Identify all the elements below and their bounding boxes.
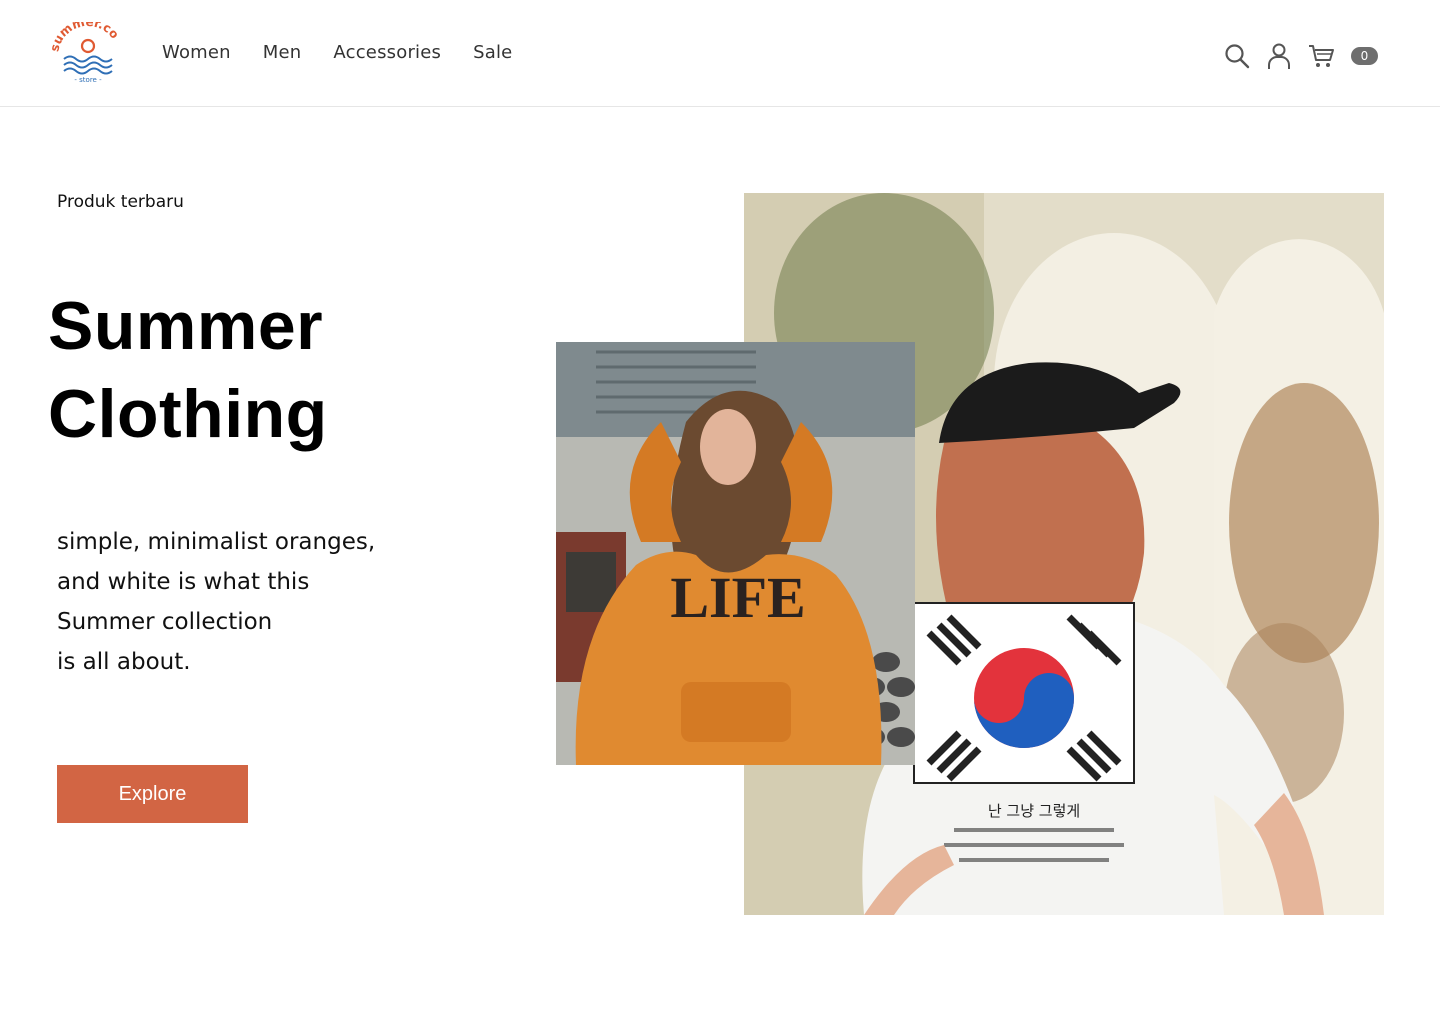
hero-desc-line: and white is what this bbox=[57, 569, 310, 595]
site-header: summer.co - store - Women Men Accessorie… bbox=[0, 0, 1440, 107]
explore-button[interactable]: Explore bbox=[57, 765, 248, 823]
svg-text:summer.co: summer.co bbox=[50, 22, 122, 53]
main-nav: Women Men Accessories Sale bbox=[162, 42, 512, 63]
hoodie-print-text: LIFE bbox=[670, 565, 805, 630]
hero-desc-line: simple, minimalist oranges, bbox=[57, 529, 376, 555]
hero-description: simple, minimalist oranges, and white is… bbox=[57, 522, 375, 682]
user-icon[interactable] bbox=[1265, 42, 1293, 70]
hero-desc-line: Summer collection bbox=[57, 609, 273, 635]
header-actions: 0 bbox=[1223, 42, 1378, 70]
nav-item-accessories[interactable]: Accessories bbox=[333, 42, 441, 63]
brand-logo[interactable]: summer.co - store - bbox=[50, 22, 126, 86]
nav-item-women[interactable]: Women bbox=[162, 42, 231, 63]
cart-count-badge: 0 bbox=[1351, 47, 1378, 65]
hero-title: Summer Clothing bbox=[48, 282, 528, 458]
hero-eyebrow: Produk terbaru bbox=[57, 192, 184, 212]
nav-item-men[interactable]: Men bbox=[263, 42, 302, 63]
hero-desc-line: is all about. bbox=[57, 649, 191, 675]
search-icon[interactable] bbox=[1223, 42, 1251, 70]
cart-icon[interactable] bbox=[1307, 42, 1335, 70]
shirt-print-text: 난 그냥 그렇게 bbox=[988, 802, 1080, 820]
nav-item-sale[interactable]: Sale bbox=[473, 42, 512, 63]
hero-title-line-1: Summer bbox=[48, 288, 324, 364]
hero-image-small: LIFE bbox=[556, 342, 915, 765]
hero-title-line-2: Clothing bbox=[48, 376, 328, 452]
svg-text:- store -: - store - bbox=[74, 76, 102, 84]
